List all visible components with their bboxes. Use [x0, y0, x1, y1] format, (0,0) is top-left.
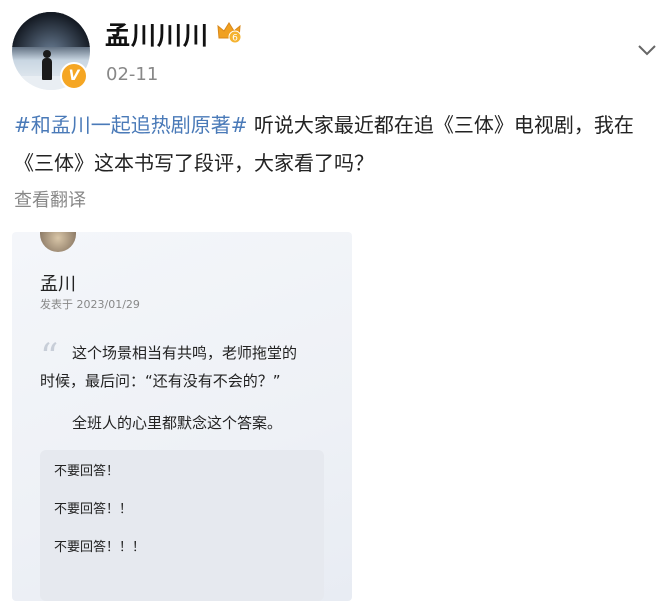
post-line-1: #和孟川一起追热剧原著# 听说大家最近都在追《三体》电视剧，我在 — [14, 106, 660, 144]
quote-line-2: 时候，最后问：“还有没有不会的？” — [40, 372, 281, 390]
post-line-2: 《三体》这本书写了段评，大家看了吗？ — [14, 151, 374, 175]
reply-line: 不要回答！！ — [54, 502, 133, 517]
hashtag-link[interactable]: #和孟川一起追热剧原著# — [14, 113, 248, 137]
avatar-sky — [12, 12, 90, 48]
reply-line: 不要回答！ — [54, 464, 120, 479]
author-name[interactable]: 孟川川川 — [105, 16, 209, 52]
quote-line-3: 全班人的心里都默念这个答案。 — [72, 414, 283, 432]
crown-level-icon: 6 — [217, 22, 242, 44]
post-content: #和孟川一起追热剧原著# 听说大家最近都在追《三体》电视剧，我在 《三体》这本书… — [14, 106, 660, 182]
card-meta: 发表于 2023/01/29 — [40, 298, 140, 311]
chevron-down-icon[interactable] — [636, 42, 658, 58]
reply-line: 不要回答！！！ — [54, 540, 146, 555]
reply-box: 不要回答！ 不要回答！！ 不要回答！！！ — [40, 450, 324, 601]
quote-line-1: 这个场景相当有共鸣，老师拖堂的 — [72, 344, 298, 362]
card-avatar — [40, 232, 76, 252]
post-image-card[interactable]: 孟川 发表于 2023/01/29 “ 这个场景相当有共鸣，老师拖堂的 时候，最… — [12, 232, 352, 601]
translate-link[interactable]: 查看翻译 — [14, 186, 86, 212]
avatar-person — [42, 50, 52, 80]
level-number: 6 — [232, 34, 238, 44]
card-username: 孟川 — [40, 274, 76, 295]
post-date: 02-11 — [106, 64, 159, 85]
post-text-1: 听说大家最近都在追《三体》电视剧，我在 — [247, 113, 634, 137]
verified-badge-icon: V — [60, 62, 88, 90]
